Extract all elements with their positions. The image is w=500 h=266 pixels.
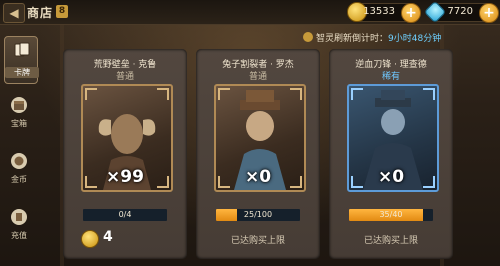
- card-quantity: ×99: [106, 167, 144, 187]
- sidebar-item-gold[interactable]: 金币: [2, 148, 36, 194]
- sidebar-item-chest[interactable]: 宝箱: [2, 92, 36, 138]
- sidebar-item-label: 充值: [11, 231, 27, 240]
- add-gem-button[interactable]: +: [479, 3, 499, 23]
- card-progress-bar: 35/40: [349, 209, 433, 221]
- card-progress-bar: 0/4: [83, 209, 167, 221]
- price-value: 4: [103, 229, 113, 245]
- back-arrow-icon[interactable]: ◀: [3, 3, 25, 23]
- sidebar-item-label: 宝箱: [11, 119, 27, 128]
- shop-card[interactable]: 兔子割裂者 · 罗杰 普通 ×0 25/100 已达购买上限: [196, 49, 320, 259]
- category-sidebar: 卡牌 宝箱 金币 充值: [0, 26, 39, 266]
- purchase-limit-text: 已达购买上限: [230, 236, 285, 246]
- purchase-limit-text: 已达购买上限: [363, 236, 418, 246]
- page-title: 商店: [27, 6, 54, 20]
- gem-amount: 7720: [447, 6, 473, 17]
- refresh-timer: 智灵刷新倒计时：9小时48分钟: [303, 31, 441, 44]
- gold-amount: 13533: [363, 6, 395, 17]
- gold-currency: 13533 +: [347, 2, 421, 23]
- gem-currency: 7720 +: [423, 0, 499, 24]
- sidebar-item-recharge[interactable]: 充值: [2, 204, 36, 250]
- progress-text: 25/100: [243, 210, 273, 219]
- shop-card[interactable]: 逆血刀锋 · 理查德 稀有 ×0 35/40 已达购买上限: [329, 49, 453, 259]
- progress-text: 35/40: [379, 210, 403, 219]
- sidebar-item-cards[interactable]: 卡牌: [4, 36, 39, 84]
- recharge-icon: [11, 209, 27, 225]
- card-rarity: 普通: [248, 72, 267, 82]
- card-price[interactable]: 4: [81, 229, 113, 248]
- card-quantity: ×0: [244, 167, 272, 187]
- card-quantity: ×0: [377, 167, 405, 187]
- refresh-time: 9小时48分钟: [388, 34, 442, 44]
- coin-icon: [11, 153, 27, 169]
- clock-icon: [303, 32, 313, 42]
- sidebar-item-label: 卡牌: [5, 67, 39, 78]
- top-bar: ◀ 商店 8 13533 + 7720 +: [0, 0, 500, 25]
- add-gold-button[interactable]: +: [401, 3, 421, 23]
- card-progress-bar: 25/100: [216, 209, 300, 221]
- shop-card[interactable]: 荒野壁垒 · 克鲁 普通 ×99 0/4 4: [63, 49, 187, 259]
- cards-icon: [14, 42, 30, 57]
- progress-text: 0/4: [118, 210, 132, 219]
- refresh-label: 智灵刷新倒计时：: [316, 34, 389, 44]
- blue-gem-icon: [423, 0, 447, 24]
- sidebar-item-label: 金币: [11, 175, 27, 184]
- title-badge: 8: [56, 5, 68, 18]
- gold-coin-icon: [81, 230, 99, 248]
- card-rarity: 普通: [115, 72, 134, 82]
- chest-icon: [11, 97, 27, 113]
- card-rarity: 稀有: [381, 72, 400, 82]
